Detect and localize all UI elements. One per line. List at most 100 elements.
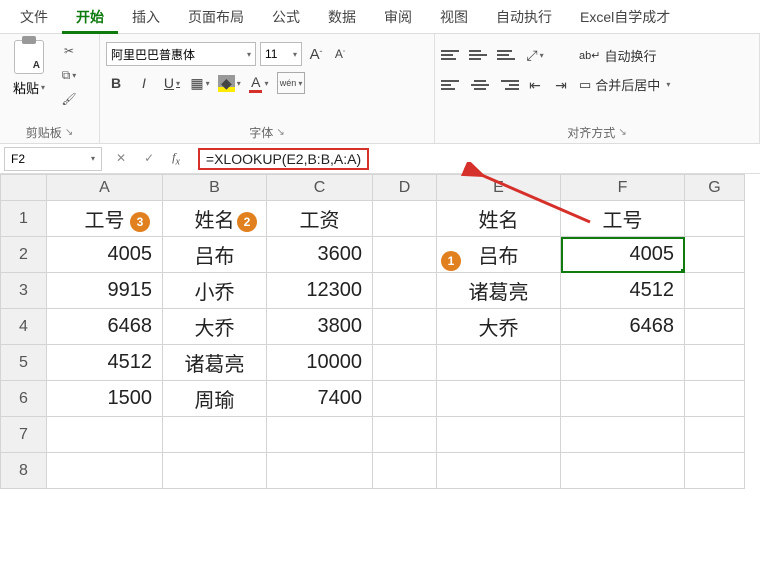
column-header-e[interactable]: E bbox=[437, 175, 561, 201]
column-header-g[interactable]: G bbox=[685, 175, 745, 201]
cancel-formula-icon[interactable]: ✕ bbox=[116, 151, 126, 165]
cut-icon[interactable]: ✂ bbox=[58, 42, 80, 60]
cell[interactable] bbox=[561, 453, 685, 489]
grid[interactable]: A B C D E F G 1 工号 姓名 工资 姓名 工号 2 4005 吕布… bbox=[0, 174, 745, 489]
merge-center-button[interactable]: ▭合并后居中▾ bbox=[579, 75, 670, 94]
cell[interactable] bbox=[373, 273, 437, 309]
cell[interactable]: 姓名 bbox=[437, 201, 561, 237]
column-header-a[interactable]: A bbox=[47, 175, 163, 201]
orientation-icon[interactable]: ⤢▾ bbox=[525, 44, 545, 66]
cell[interactable] bbox=[685, 309, 745, 345]
cell[interactable]: 4512 bbox=[561, 273, 685, 309]
cell[interactable] bbox=[685, 237, 745, 273]
row-header[interactable]: 5 bbox=[1, 345, 47, 381]
decrease-indent-icon[interactable]: ⇤ bbox=[525, 74, 545, 96]
italic-button[interactable]: I bbox=[134, 72, 154, 94]
decrease-font-icon[interactable]: Aˇ bbox=[330, 43, 350, 65]
cell[interactable] bbox=[437, 417, 561, 453]
cell[interactable] bbox=[685, 381, 745, 417]
cell[interactable] bbox=[561, 381, 685, 417]
tab-home[interactable]: 开始 bbox=[62, 0, 118, 34]
cell[interactable] bbox=[267, 453, 373, 489]
row-header[interactable]: 7 bbox=[1, 417, 47, 453]
dialog-launcher-icon[interactable]: ↘ bbox=[618, 127, 626, 138]
cell[interactable] bbox=[163, 417, 267, 453]
insert-function-icon[interactable]: fx bbox=[172, 150, 180, 167]
enter-formula-icon[interactable]: ✓ bbox=[144, 151, 154, 165]
row-header[interactable]: 6 bbox=[1, 381, 47, 417]
tab-custom[interactable]: Excel自学成才 bbox=[566, 0, 684, 34]
cell[interactable]: 6468 bbox=[47, 309, 163, 345]
cell[interactable] bbox=[47, 453, 163, 489]
cell[interactable] bbox=[373, 345, 437, 381]
cell[interactable]: 诸葛亮 bbox=[163, 345, 267, 381]
name-box[interactable]: F2▾ bbox=[4, 147, 102, 171]
border-button[interactable]: ▦▾ bbox=[190, 72, 210, 94]
cell[interactable] bbox=[437, 453, 561, 489]
dialog-launcher-icon[interactable]: ↘ bbox=[65, 127, 73, 138]
cell[interactable]: 工号 bbox=[561, 201, 685, 237]
row-header[interactable]: 4 bbox=[1, 309, 47, 345]
align-right-icon[interactable] bbox=[497, 75, 519, 95]
select-all-corner[interactable] bbox=[1, 175, 47, 201]
column-header-d[interactable]: D bbox=[373, 175, 437, 201]
cell[interactable] bbox=[373, 309, 437, 345]
font-name-select[interactable]: 阿里巴巴普惠体▾ bbox=[106, 42, 256, 66]
font-size-select[interactable]: 11▾ bbox=[260, 42, 302, 66]
tab-review[interactable]: 审阅 bbox=[370, 0, 426, 34]
copy-icon[interactable]: ⧉▾ bbox=[58, 66, 80, 84]
fill-color-button[interactable]: ◆▾ bbox=[218, 72, 241, 94]
cell[interactable] bbox=[561, 417, 685, 453]
chevron-down-icon[interactable]: ▾ bbox=[41, 83, 45, 92]
cell[interactable] bbox=[685, 201, 745, 237]
paste-button[interactable]: 粘贴 bbox=[13, 78, 39, 97]
cell[interactable]: 大乔 bbox=[437, 309, 561, 345]
cell[interactable]: 9915 bbox=[47, 273, 163, 309]
cell[interactable]: 周瑜 bbox=[163, 381, 267, 417]
cell[interactable]: 3800 bbox=[267, 309, 373, 345]
cell[interactable]: 大乔 bbox=[163, 309, 267, 345]
row-header[interactable]: 8 bbox=[1, 453, 47, 489]
align-center-icon[interactable] bbox=[469, 75, 491, 95]
cell[interactable] bbox=[373, 381, 437, 417]
cell[interactable] bbox=[373, 201, 437, 237]
format-painter-icon[interactable]: 🖌 bbox=[58, 90, 80, 108]
align-top-icon[interactable] bbox=[441, 45, 463, 65]
tab-file[interactable]: 文件 bbox=[6, 0, 62, 34]
align-left-icon[interactable] bbox=[441, 75, 463, 95]
formula-input[interactable]: =XLOOKUP(E2,B:B,A:A) bbox=[198, 148, 369, 170]
cell[interactable]: 12300 bbox=[267, 273, 373, 309]
cell[interactable]: 工资 bbox=[267, 201, 373, 237]
cell[interactable] bbox=[373, 417, 437, 453]
cell[interactable] bbox=[685, 453, 745, 489]
cell[interactable] bbox=[373, 453, 437, 489]
column-header-f[interactable]: F bbox=[561, 175, 685, 201]
paste-icon[interactable] bbox=[14, 40, 44, 74]
cell[interactable]: 1500 bbox=[47, 381, 163, 417]
cell[interactable] bbox=[47, 417, 163, 453]
cell[interactable] bbox=[373, 237, 437, 273]
cell[interactable]: 6468 bbox=[561, 309, 685, 345]
row-header[interactable]: 2 bbox=[1, 237, 47, 273]
column-header-c[interactable]: C bbox=[267, 175, 373, 201]
cell[interactable]: 3600 bbox=[267, 237, 373, 273]
wrap-text-button[interactable]: ab↵自动换行 bbox=[579, 46, 670, 65]
tab-auto[interactable]: 自动执行 bbox=[482, 0, 566, 34]
tab-formula[interactable]: 公式 bbox=[258, 0, 314, 34]
cell[interactable] bbox=[267, 417, 373, 453]
align-bottom-icon[interactable] bbox=[497, 45, 519, 65]
align-middle-icon[interactable] bbox=[469, 45, 491, 65]
cell[interactable]: 诸葛亮 bbox=[437, 273, 561, 309]
cell[interactable]: 4512 bbox=[47, 345, 163, 381]
font-color-button[interactable]: A▾ bbox=[249, 72, 269, 94]
cell[interactable] bbox=[685, 417, 745, 453]
underline-button[interactable]: U▾ bbox=[162, 72, 182, 94]
row-header[interactable]: 1 bbox=[1, 201, 47, 237]
cell[interactable] bbox=[437, 381, 561, 417]
bold-button[interactable]: B bbox=[106, 72, 126, 94]
cell[interactable] bbox=[437, 345, 561, 381]
cell[interactable]: 7400 bbox=[267, 381, 373, 417]
column-header-b[interactable]: B bbox=[163, 175, 267, 201]
cell[interactable]: 小乔 bbox=[163, 273, 267, 309]
tab-data[interactable]: 数据 bbox=[314, 0, 370, 34]
